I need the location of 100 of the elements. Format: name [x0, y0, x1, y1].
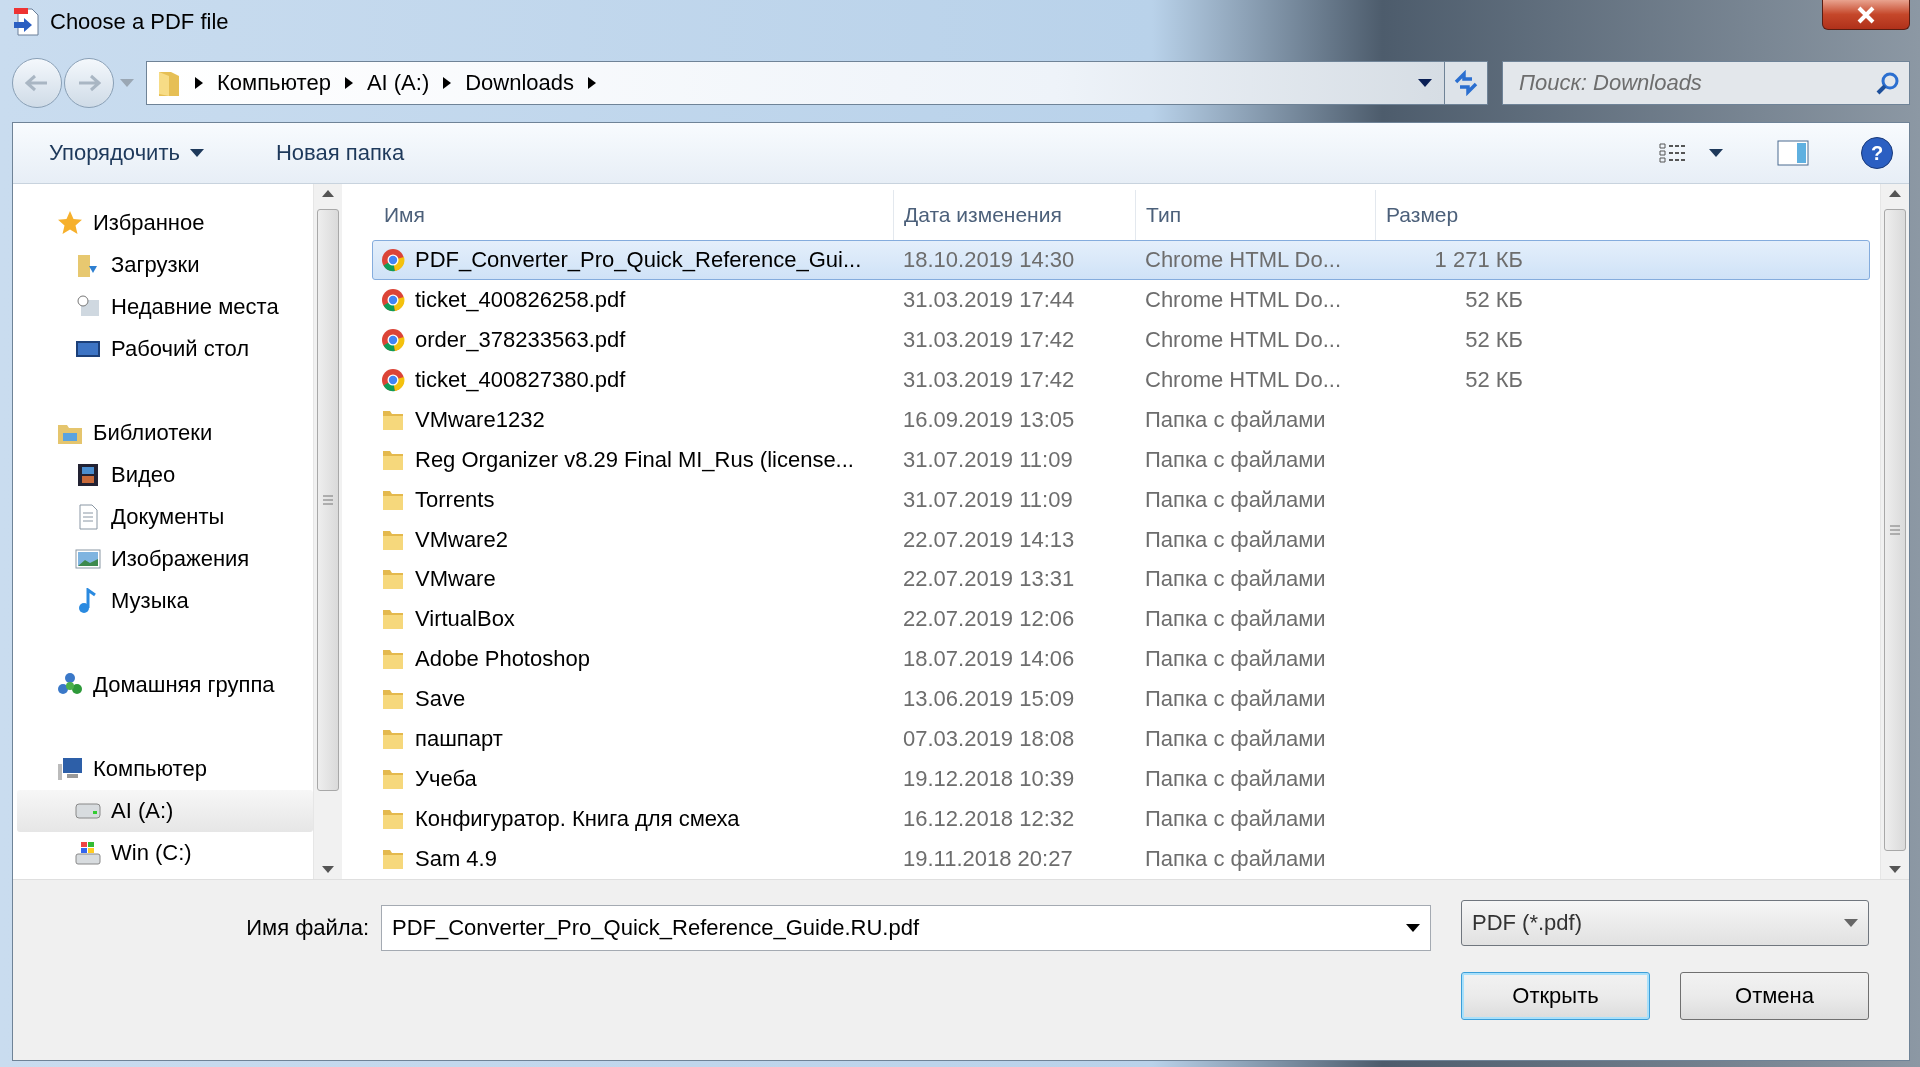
folder-icon [381, 687, 405, 712]
file-row[interactable]: PDF_Converter_Pro_Quick_Reference_Gui... 18.10.2019 14:30 Chrome HTML Do... 1 271 КБ [372, 240, 1870, 280]
file-name: Adobe Photoshop [415, 646, 590, 673]
sidebar-item[interactable]: Компьютер [17, 748, 313, 790]
picture-icon [75, 546, 101, 572]
file-row[interactable]: order_378233563.pdf 31.03.2019 17:42 Chrome HTML Do... 52 КБ [372, 319, 1870, 360]
filename-field[interactable]: PDF_Converter_Pro_Quick_Reference_Guide.RU.pdf [381, 905, 1431, 951]
chevron-icon [344, 77, 353, 89]
pdf-app-icon [12, 7, 40, 37]
size-cell-text: 52 КБ [1464, 326, 1524, 353]
file-row[interactable]: Sam 4.9 19.11.2018 20:27 Папка с файлами [372, 839, 1870, 879]
file-name: Torrents [415, 486, 495, 513]
breadcrumb-item[interactable]: AI (A:) [366, 70, 430, 96]
file-name: PDF_Converter_Pro_Quick_Reference_Gui... [415, 246, 862, 273]
file-row[interactable]: Save 13.06.2019 15:09 Папка с файлами [372, 679, 1870, 720]
preview-pane-button[interactable] [1775, 138, 1811, 168]
open-button[interactable]: Открыть [1461, 972, 1650, 1020]
scroll-up-icon [1889, 190, 1901, 197]
cancel-button[interactable]: Отмена [1680, 972, 1869, 1020]
file-row[interactable]: VMware 22.07.2019 13:31 Папка с файлами [372, 559, 1870, 600]
date-cell-text: 31.03.2019 17:44 [902, 286, 1076, 313]
film-icon [75, 462, 101, 488]
column-header[interactable]: Размер [1376, 190, 1534, 240]
chevron-icon [588, 77, 597, 89]
sidebar-item[interactable]: Изображения [17, 538, 313, 580]
file-row[interactable]: Конфигуратор. Книга для смеха 16.12.2018 12:32 Папка с файлами [372, 799, 1870, 840]
file-name: order_378233563.pdf [415, 326, 626, 353]
forward-arrow-icon [77, 74, 101, 92]
sidebar-item[interactable]: Избранное [17, 202, 313, 244]
browser-icon [381, 247, 405, 272]
sidebar-label: AI (A:) [111, 798, 174, 824]
folder-icon [381, 767, 405, 792]
sidebar-label: Домашняя группа [93, 672, 275, 698]
sidebar-item[interactable]: Музыка [17, 580, 313, 622]
file-row[interactable]: VMware1232 16.09.2019 13:05 Папка с файлами [372, 399, 1870, 440]
file-type-dropdown[interactable]: PDF (*.pdf) [1461, 900, 1869, 946]
refresh-button[interactable] [1444, 61, 1488, 105]
sidebar-item[interactable]: Win (C:) [17, 832, 313, 874]
caret-icon [120, 79, 134, 87]
help-button[interactable]: ? [1861, 137, 1893, 169]
type-cell-text: Папка с файлами [1144, 606, 1327, 633]
close-icon [1856, 5, 1876, 24]
file-row[interactable]: VirtualBox 22.07.2019 12:06 Папка с файлами [372, 599, 1870, 640]
scroll-grip-icon [1890, 525, 1900, 535]
file-row[interactable]: Учеба 19.12.2018 10:39 Папка с файлами [372, 759, 1870, 800]
scroll-grip-icon [323, 495, 333, 505]
size-cell-text: 52 КБ [1464, 366, 1524, 393]
date-cell-text: 31.07.2019 11:09 [902, 446, 1074, 473]
breadcrumb-item[interactable]: Downloads [465, 70, 575, 96]
preview-pane-icon [1777, 140, 1809, 166]
scrollbar[interactable] [313, 184, 342, 879]
scrollbar[interactable] [1880, 184, 1909, 879]
file-row[interactable]: пашпарт 07.03.2019 18:08 Папка с файлами [372, 719, 1870, 760]
type-cell-text: Папка с файлами [1144, 846, 1327, 873]
type-cell-text: Папка с файлами [1144, 686, 1327, 713]
sidebar-label: Документы [111, 504, 225, 530]
forward-button[interactable] [64, 58, 114, 108]
sidebar-item[interactable]: Загрузки [17, 244, 313, 286]
organize-menu[interactable]: Упорядочить [43, 136, 210, 170]
sidebar-item[interactable]: AI (A:) [17, 790, 313, 832]
file-name: Конфигуратор. Книга для смеха [415, 806, 740, 833]
breadcrumb-item[interactable]: Компьютер [217, 70, 331, 96]
sidebar-item[interactable]: Видео [17, 454, 313, 496]
chevron-icon [195, 77, 203, 89]
date-cell-text: 22.07.2019 14:13 [902, 526, 1076, 553]
sidebar-item[interactable]: Библиотеки [17, 412, 313, 454]
file-row[interactable]: VMware2 22.07.2019 14:13 Папка с файлами [372, 519, 1870, 560]
sidebar-item[interactable]: Недавние места [17, 286, 313, 328]
sidebar-item[interactable]: Документы [17, 496, 313, 538]
close-button[interactable] [1822, 0, 1910, 30]
file-row[interactable]: Adobe Photoshop 18.07.2019 14:06 Папка с файлами [372, 639, 1870, 680]
sidebar-item[interactable]: Рабочий стол [17, 328, 313, 370]
drive-icon [75, 840, 101, 866]
view-dropdown[interactable] [1707, 147, 1725, 159]
address-bar[interactable]: Компьютер AI (A:) Downloads [146, 61, 1445, 105]
back-button[interactable] [12, 58, 62, 108]
browser-icon [381, 287, 405, 312]
caret-icon [1709, 149, 1723, 157]
folder-icon [381, 567, 405, 592]
new-folder-button[interactable]: Новая папка [269, 136, 411, 170]
file-row[interactable]: Torrents 31.07.2019 11:09 Папка с файлами [372, 479, 1870, 520]
type-cell-text: Папка с файлами [1144, 566, 1327, 593]
scroll-down-icon [322, 866, 334, 873]
computer-icon [57, 756, 83, 782]
search-field[interactable]: Поиск: Downloads [1502, 61, 1910, 105]
file-row[interactable]: Reg Organizer v8.29 Final MI_Rus (license... 31.07.2019 11:09 Папка с файлами [372, 439, 1870, 480]
file-row[interactable]: ticket_400827380.pdf 31.03.2019 17:42 Chrome HTML Do... 52 КБ [372, 359, 1870, 400]
sidebar-item[interactable]: Домашняя группа [17, 664, 313, 706]
file-name: пашпарт [415, 726, 503, 753]
sidebar-label: Загрузки [111, 252, 200, 278]
scroll-down-icon [1889, 866, 1901, 873]
type-cell-text: Папка с файлами [1144, 526, 1327, 553]
file-row[interactable]: ticket_400826258.pdf 31.03.2019 17:44 Chrome HTML Do... 52 КБ [372, 279, 1870, 320]
scroll-up-icon [322, 190, 334, 197]
file-name: VirtualBox [415, 606, 515, 633]
file-name: Sam 4.9 [415, 846, 497, 873]
file-name: ticket_400827380.pdf [415, 366, 626, 393]
type-cell-text: Chrome HTML Do... [1144, 326, 1342, 353]
filename-label: Имя файла: [246, 915, 369, 941]
filename-value: PDF_Converter_Pro_Quick_Reference_Guide.RU.pdf [392, 915, 920, 941]
